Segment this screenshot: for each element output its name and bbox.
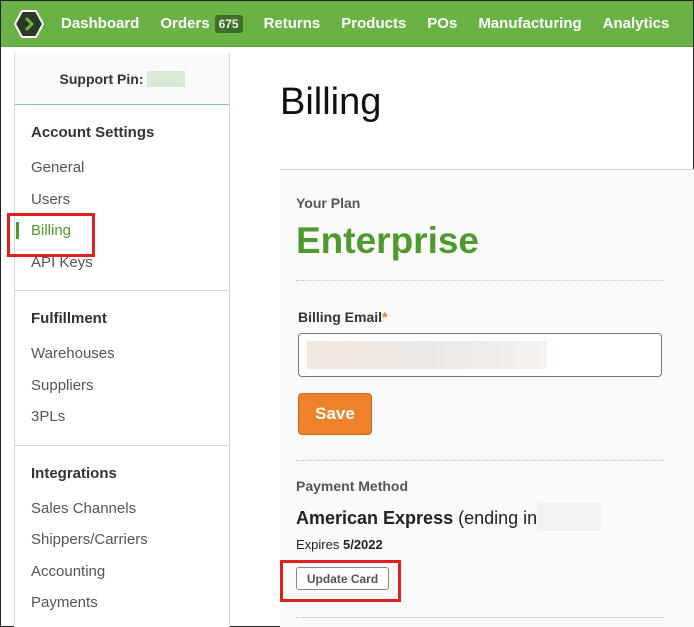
required-marker: * — [382, 309, 388, 325]
top-nav: Dashboard Orders 675 Returns Products PO… — [1, 1, 693, 47]
sidebar-item-general[interactable]: General — [15, 152, 229, 184]
section-account-settings: Account Settings General Users Billing A… — [15, 105, 229, 291]
expires-label: Expires — [296, 537, 340, 552]
plan-name: Enterprise — [296, 220, 480, 261]
sidebar-item-payments[interactable]: Payments — [15, 587, 229, 619]
nav-orders-label: Orders — [160, 15, 210, 32]
sidebar-item-billing[interactable]: Billing — [15, 215, 229, 247]
card-brand: American Express — [296, 507, 454, 528]
sidebar-item-accounting[interactable]: Accounting — [15, 556, 229, 588]
billing-email-label-text: Billing Email — [298, 309, 383, 325]
expires-value: 5/2022 — [342, 537, 383, 552]
section-fulfillment: Fulfillment Warehouses Suppliers 3PLs — [15, 291, 229, 446]
billing-email-label: Billing Email* — [298, 309, 387, 325]
nav-analytics[interactable]: Analytics — [603, 15, 670, 32]
card-ending-text: (ending in — [458, 507, 538, 528]
card-expiry: Expires 5/2022 — [296, 537, 383, 552]
nav-orders[interactable]: Orders 675 — [160, 14, 243, 33]
card-description: American Express (ending in — [296, 503, 602, 531]
update-card-button[interactable]: Update Card — [296, 567, 389, 590]
divider — [296, 280, 664, 281]
orders-count-badge: 675 — [214, 14, 243, 33]
sidebar-item-3pls[interactable]: 3PLs — [15, 401, 229, 433]
save-button[interactable]: Save — [298, 393, 372, 435]
sidebar-item-api-keys[interactable]: API Keys — [15, 247, 229, 279]
nav-pos[interactable]: POs — [427, 15, 457, 32]
settings-sidebar: Support Pin: Account Settings General Us… — [14, 53, 230, 627]
section-integrations: Integrations Sales Channels Shippers/Car… — [15, 446, 229, 627]
nav-products[interactable]: Products — [341, 15, 406, 32]
sidebar-item-sales-channels[interactable]: Sales Channels — [15, 493, 229, 525]
support-pin-box: Support Pin: — [15, 53, 229, 105]
sidebar-item-warehouses[interactable]: Warehouses — [15, 338, 229, 370]
support-pin-redacted — [146, 70, 185, 87]
page-title: Billing — [280, 81, 382, 123]
divider — [296, 617, 664, 618]
billing-email-input[interactable] — [298, 333, 662, 377]
billing-card: Your Plan Enterprise Billing Email* Save… — [280, 170, 694, 627]
section-heading: Fulfillment — [31, 310, 107, 327]
plan-label: Your Plan — [296, 195, 361, 211]
nav-manufacturing[interactable]: Manufacturing — [478, 15, 581, 32]
logo-icon[interactable] — [13, 8, 45, 40]
sidebar-item-suppliers[interactable]: Suppliers — [15, 370, 229, 402]
card-number-redacted — [537, 503, 602, 531]
sidebar-item-users[interactable]: Users — [15, 184, 229, 216]
divider — [296, 460, 664, 461]
section-heading: Account Settings — [31, 124, 155, 141]
support-pin-label: Support Pin: — [59, 70, 144, 87]
nav-dashboard[interactable]: Dashboard — [61, 15, 139, 32]
sidebar-item-shippers-carriers[interactable]: Shippers/Carriers — [15, 524, 229, 556]
nav-returns[interactable]: Returns — [264, 15, 321, 32]
section-heading: Integrations — [31, 464, 117, 482]
payment-method-label: Payment Method — [296, 478, 409, 494]
